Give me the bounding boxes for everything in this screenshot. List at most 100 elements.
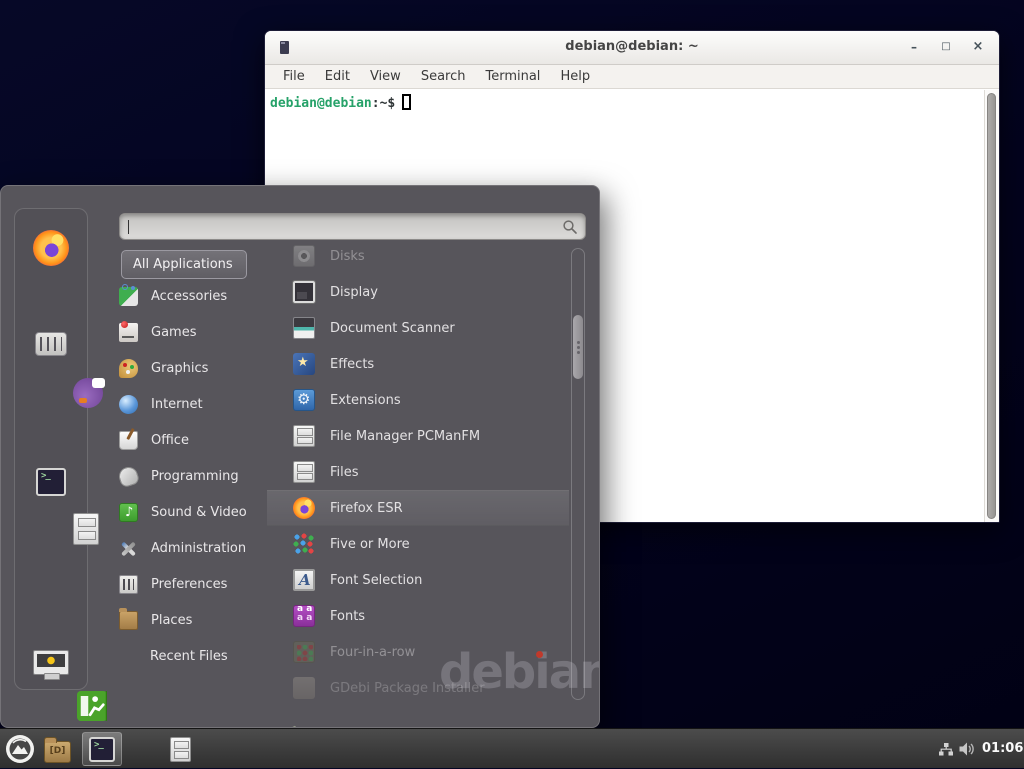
category-internet[interactable]: Internet <box>119 386 275 422</box>
terminal-scrollbar[interactable] <box>984 90 999 522</box>
app-document-scanner[interactable]: Document Scanner <box>267 310 569 346</box>
category-administration[interactable]: Administration <box>119 530 275 566</box>
files-launcher-icon[interactable] <box>170 737 191 762</box>
terminal-window-title: debian@debian: ~ <box>265 39 999 54</box>
category-label: Office <box>151 433 189 448</box>
accessories-icon <box>119 287 138 306</box>
category-places[interactable]: Places <box>119 602 275 638</box>
app-files[interactable]: Files <box>267 454 569 490</box>
category-label: Programming <box>151 469 239 484</box>
category-label: Games <box>151 325 196 340</box>
document-scanner-icon <box>293 317 315 339</box>
minimize-button[interactable]: – <box>905 38 923 56</box>
app-label: Font Selection <box>330 573 422 588</box>
terminal-menubar: File Edit View Search Terminal Help <box>265 65 999 89</box>
favorite-pidgin-icon[interactable] <box>73 378 103 408</box>
app-display[interactable]: Display <box>267 274 569 310</box>
file-cabinet-icon <box>293 461 315 483</box>
menu-search[interactable]: Search <box>411 69 476 84</box>
display-icon <box>293 281 315 303</box>
fonts-icon <box>293 605 315 627</box>
gdebi-icon <box>293 677 315 699</box>
menu-file[interactable]: File <box>273 69 315 84</box>
lock-screen-icon[interactable] <box>33 650 69 675</box>
preferences-icon <box>119 575 138 594</box>
category-accessories[interactable]: Accessories <box>119 278 275 314</box>
app-fonts[interactable]: Fonts <box>267 598 569 634</box>
app-disks[interactable]: Disks <box>267 238 569 274</box>
extensions-icon <box>293 389 315 411</box>
app-list-scrollbar-thumb[interactable] <box>573 315 583 379</box>
category-programming[interactable]: Programming <box>119 458 275 494</box>
app-label: Four-in-a-row <box>330 645 415 660</box>
prompt-path: :~$ <box>372 96 395 111</box>
app-font-selection[interactable]: Font Selection <box>267 562 569 598</box>
terminal-window-button[interactable] <box>82 732 122 766</box>
application-menu: debian All Applications Accessories Game… <box>0 185 600 728</box>
app-five-or-more[interactable]: Five or More <box>267 526 569 562</box>
network-icon[interactable] <box>938 742 954 761</box>
category-label: Recent Files <box>150 649 228 664</box>
favorite-file-manager-icon[interactable] <box>73 513 99 545</box>
volume-icon[interactable] <box>958 741 975 761</box>
search-input[interactable] <box>128 216 553 237</box>
sound-video-icon <box>119 503 138 522</box>
desktop: { "terminal_window": { "title": "debian@… <box>0 0 1024 768</box>
app-label: Fonts <box>330 609 365 624</box>
category-label: Administration <box>151 541 246 556</box>
app-extensions[interactable]: Extensions <box>267 382 569 418</box>
taskbar-clock[interactable]: 01:06 <box>982 729 1023 769</box>
app-label: Files <box>330 465 359 480</box>
category-office[interactable]: Office <box>119 422 275 458</box>
font-selection-icon <box>293 569 315 591</box>
favorite-terminal-icon[interactable] <box>36 468 66 496</box>
taskbar: 01:06 <box>0 728 1024 768</box>
app-label: Effects <box>330 357 374 372</box>
file-manager-launcher-folder-icon[interactable] <box>44 741 71 763</box>
menu-button[interactable] <box>5 734 35 764</box>
favorite-firefox-icon[interactable] <box>33 230 69 266</box>
app-firefox-esr[interactable]: Firefox ESR <box>267 490 569 526</box>
favorite-preferences-icon[interactable] <box>35 332 67 356</box>
app-label: File Manager PCManFM <box>330 429 480 444</box>
menu-edit[interactable]: Edit <box>315 69 360 84</box>
graphics-icon <box>119 359 138 378</box>
category-label: Graphics <box>151 361 208 376</box>
category-games[interactable]: Games <box>119 314 275 350</box>
logout-icon[interactable] <box>77 691 107 721</box>
category-sound-video[interactable]: Sound & Video <box>119 494 275 530</box>
category-recent-files[interactable]: Recent Files <box>119 638 275 674</box>
menu-search-box[interactable] <box>119 213 586 240</box>
office-icon <box>119 431 138 450</box>
internet-icon <box>119 395 138 414</box>
maximize-button[interactable]: □ <box>937 38 955 56</box>
category-all-applications[interactable]: All Applications <box>121 250 247 279</box>
terminal-titlebar[interactable]: debian@debian: ~ – □ × <box>265 31 999 65</box>
programming-icon <box>117 464 141 488</box>
category-label: Accessories <box>151 289 227 304</box>
menu-view[interactable]: View <box>360 69 411 84</box>
four-in-a-row-icon <box>293 641 315 663</box>
app-label: Display <box>330 285 378 300</box>
app-effects[interactable]: Effects <box>267 346 569 382</box>
app-four-in-a-row[interactable]: Four-in-a-row <box>267 634 569 670</box>
app-gdebi-package-installer[interactable]: GDebi Package Installer <box>267 670 569 706</box>
app-label: Document Scanner <box>330 321 455 336</box>
app-label: Five or More <box>330 537 410 552</box>
app-file-manager-pcmanfm[interactable]: File Manager PCManFM <box>267 418 569 454</box>
menu-help[interactable]: Help <box>550 69 600 84</box>
administration-icon <box>119 539 138 558</box>
five-or-more-icon <box>293 533 315 555</box>
games-icon <box>119 323 138 342</box>
app-label: GDebi Package Installer <box>330 681 485 696</box>
category-preferences[interactable]: Preferences <box>119 566 275 602</box>
category-graphics[interactable]: Graphics <box>119 350 275 386</box>
shell-prompt: debian@debian:~$ <box>270 94 411 111</box>
terminal-scrollbar-thumb[interactable] <box>987 93 996 519</box>
category-label: Internet <box>151 397 203 412</box>
app-list-scrollbar[interactable] <box>571 248 585 700</box>
menu-terminal[interactable]: Terminal <box>475 69 550 84</box>
disks-icon <box>293 245 315 267</box>
close-button[interactable]: × <box>969 38 987 56</box>
app-label: Firefox ESR <box>330 501 403 516</box>
